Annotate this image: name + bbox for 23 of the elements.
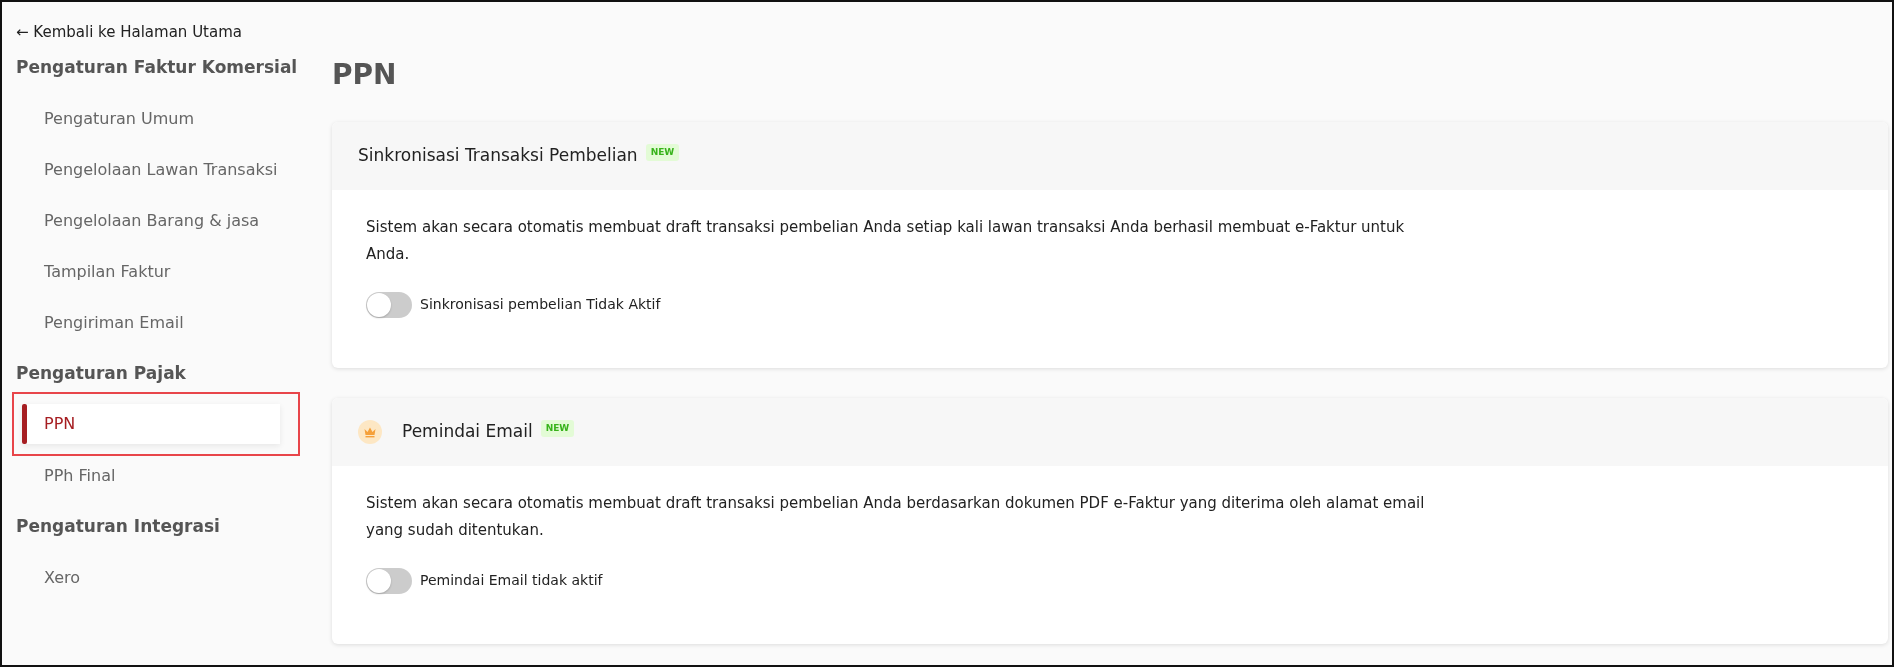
- toggle-switch[interactable]: [366, 291, 412, 318]
- page-title: PPN: [332, 58, 398, 92]
- card-description: Sistem akan secara otomatis membuat draft transaksi pembelian Anda setiap kali lawan transaksi Anda berhasil membuat e-Faktur untuk Anda.: [366, 216, 1406, 265]
- sidebar-heading: Pengaturan Integrasi: [16, 515, 221, 539]
- sidebar-item[interactable]: Pengiriman Email: [16, 297, 302, 348]
- card-title: Sinkronisasi Transaksi Pembelian: [358, 143, 638, 167]
- card-description: Sistem akan secara otomatis membuat draft transaksi pembelian Anda berdasarkan dokumen PDF e-Faktur yang diterima oleh alamat email yang sudah ditentukan.: [366, 492, 1426, 541]
- sidebar-item[interactable]: PPN: [22, 404, 280, 444]
- sidebar-item[interactable]: Xero: [16, 552, 302, 603]
- sidebar-item[interactable]: PPh Final: [16, 450, 302, 501]
- card-title: Pemindai Email: [402, 419, 533, 443]
- toggle-label: Sinkronisasi pembelian Tidak Aktif: [420, 295, 661, 315]
- new-badge: NEW: [645, 143, 680, 162]
- sidebar-item[interactable]: Pengaturan Umum: [16, 93, 302, 144]
- sidebar-heading: Pengaturan Faktur Komersial: [16, 56, 299, 80]
- toggle-label: Pemindai Email tidak aktif: [420, 571, 603, 591]
- back-link[interactable]: ← Kembali ke Halaman Utama: [2, 2, 1892, 42]
- new-badge: NEW: [540, 419, 575, 438]
- toggle-switch[interactable]: [366, 567, 412, 594]
- sidebar-heading: Pengaturan Pajak: [16, 362, 187, 386]
- sidebar-item[interactable]: Pengelolaan Barang & jasa: [16, 195, 302, 246]
- sidebar-item[interactable]: Tampilan Faktur: [16, 246, 302, 297]
- sidebar-item[interactable]: Pengelolaan Lawan Transaksi: [16, 144, 302, 195]
